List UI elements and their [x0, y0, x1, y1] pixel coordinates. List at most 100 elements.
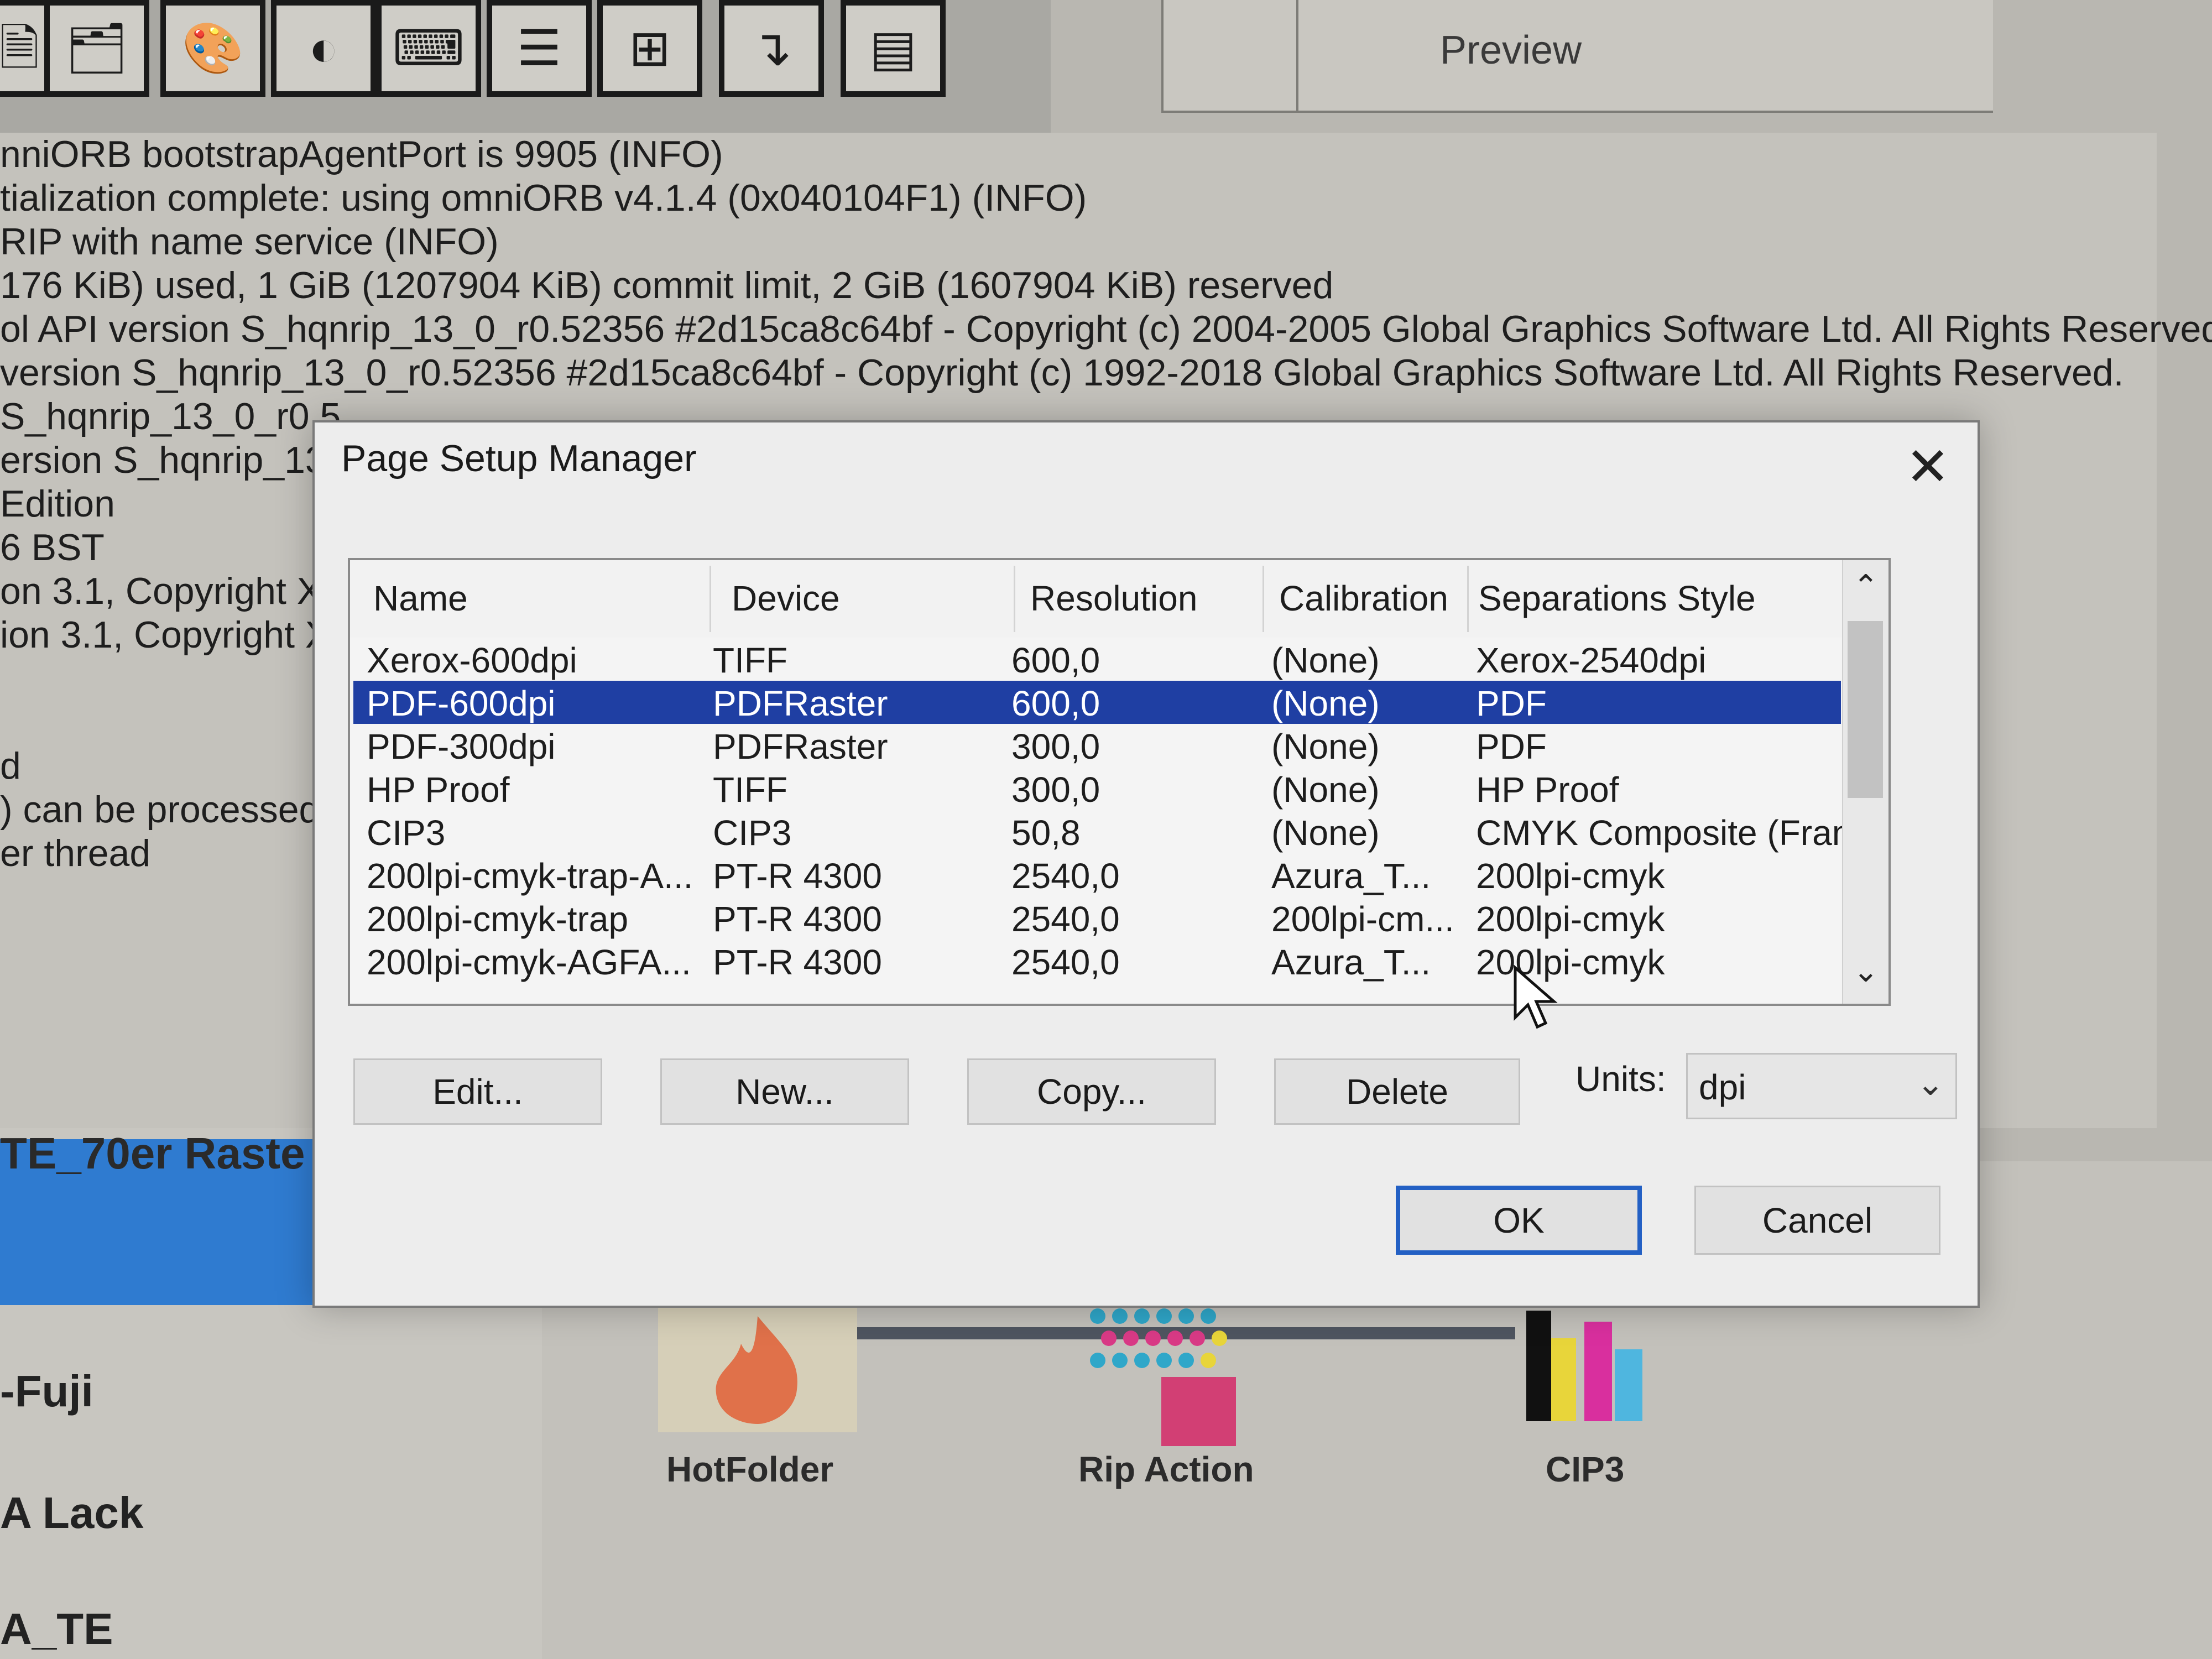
folders-icon: 🗂 — [65, 20, 129, 76]
cell-name: 200lpi-cmyk-AGFA... — [367, 942, 691, 982]
cancel-button[interactable]: Cancel — [1694, 1186, 1940, 1255]
log-line: Edition — [0, 483, 115, 525]
toolbar-button[interactable]: ⌨ — [376, 0, 481, 97]
log-line: ol API version S_hqnrip_13_0_r0.52356 #2… — [0, 308, 2212, 350]
close-button[interactable]: ✕ — [1900, 437, 1955, 497]
cip3-label: CIP3 — [1546, 1449, 1625, 1489]
cell-device: TIFF — [713, 640, 788, 680]
table-row[interactable]: 200lpi-cmyk-trap PT-R 4300 2540,0 200lpi-cm… — [353, 896, 1841, 940]
log-line: er thread — [0, 832, 151, 874]
column-separator[interactable] — [1467, 566, 1469, 632]
halftone-dots-icon — [1090, 1308, 1236, 1446]
rip-action-node[interactable] — [1087, 1305, 1247, 1449]
toolbar-button[interactable]: ↴ — [719, 0, 824, 97]
log-line: S_hqnrip_13_0_r0.5 — [0, 395, 341, 437]
list-header: Name Device Resolution Calibration Separ… — [350, 560, 1843, 638]
cell-name: Xerox-600dpi — [367, 640, 577, 680]
job-item[interactable]: -Fuji — [0, 1366, 93, 1417]
cell-resolution: 600,0 — [1011, 640, 1100, 680]
job-item[interactable]: A_TE — [0, 1604, 113, 1655]
grid-icon: ⊞ — [629, 20, 671, 76]
column-separator[interactable] — [1262, 566, 1264, 632]
cell-resolution: 600,0 — [1011, 684, 1100, 723]
log-line: ersion S_hqnrip_13 — [0, 439, 326, 481]
arrow-icon: ↴ — [750, 20, 792, 76]
toolbar-button[interactable]: ⊞ — [597, 0, 702, 97]
hotfolder-label: HotFolder — [666, 1449, 834, 1489]
column-header-device[interactable]: Device — [732, 578, 840, 619]
scroll-thumb[interactable] — [1848, 621, 1883, 798]
column-header-separations-style[interactable]: Separations Style — [1478, 578, 1756, 619]
log-line: d — [0, 745, 21, 787]
cell-separations-style: Xerox-2540dpi — [1476, 640, 1707, 680]
vertical-scrollbar[interactable]: ⌃ ⌄ — [1842, 560, 1888, 1004]
units-dropdown[interactable]: dpi ⌄ — [1686, 1053, 1957, 1119]
job-item[interactable]: A Lack — [0, 1488, 143, 1538]
toolbar-button[interactable]: ◐ — [271, 0, 376, 97]
cell-resolution: 2540,0 — [1011, 856, 1120, 896]
cell-separations-style: CMYK Composite (Frame)... — [1476, 813, 1891, 853]
cell-device: TIFF — [713, 770, 788, 810]
cell-resolution: 2540,0 — [1011, 942, 1120, 982]
document-icon: 🗎 — [0, 20, 40, 76]
column-separator[interactable] — [709, 566, 711, 632]
table-row[interactable]: 200lpi-cmyk-trap-A... PT-R 4300 2540,0 Azur… — [353, 853, 1841, 896]
cell-calibration: (None) — [1271, 640, 1380, 680]
delete-button[interactable]: Delete — [1274, 1058, 1520, 1125]
chevron-down-icon: ⌄ — [1916, 1065, 1944, 1102]
log-line: nniORB bootstrapAgentPort is 9905 (INFO) — [0, 133, 723, 175]
column-header-calibration[interactable]: Calibration — [1279, 578, 1448, 619]
log-line: 176 KiB) used, 1 GiB (1207904 KiB) commi… — [0, 264, 1334, 306]
toolbar-button[interactable]: ▤ — [841, 0, 946, 97]
cell-separations-style: 200lpi-cmyk — [1476, 942, 1665, 982]
table-row[interactable]: Xerox-600dpi TIFF 600,0 (None) Xerox-2540dpi — [353, 638, 1841, 681]
ok-button[interactable]: OK — [1396, 1186, 1642, 1255]
color-bars-icon — [1526, 1311, 1642, 1421]
table-row[interactable]: HP Proof TIFF 300,0 (None) HP Proof — [353, 767, 1841, 810]
contrast-icon: ◐ — [308, 20, 339, 76]
table-row[interactable]: PDF-600dpi PDFRaster 600,0 (None) PDF — [353, 681, 1841, 724]
new-button[interactable]: New... — [660, 1058, 909, 1125]
cell-device: PT-R 4300 — [713, 856, 882, 896]
cell-name: 200lpi-cmyk-trap — [367, 899, 629, 939]
preview-divider — [1296, 0, 1298, 111]
column-header-resolution[interactable]: Resolution — [1030, 578, 1197, 619]
cell-separations-style: 200lpi-cmyk — [1476, 899, 1665, 939]
scroll-down-icon[interactable]: ⌄ — [1843, 953, 1888, 992]
hotfolder-node[interactable] — [658, 1294, 857, 1432]
close-icon: ✕ — [1905, 437, 1950, 497]
units-value: dpi — [1699, 1067, 1746, 1107]
cip3-node[interactable] — [1524, 1305, 1651, 1427]
table-row[interactable]: CIP3 CIP3 50,8 (None) CMYK Composite (Frame)… — [353, 810, 1888, 853]
page-setup-manager-dialog: Page Setup Manager ✕ Name Device Resolut… — [312, 420, 1980, 1308]
log-line: ) can be processed — [0, 789, 320, 831]
cell-device: PDFRaster — [713, 727, 888, 766]
layers-icon: ☰ — [517, 20, 562, 76]
table-row[interactable]: 200lpi-cmyk-AGFA... PT-R 4300 2540,0 Azura_… — [353, 940, 1841, 983]
mouse-cursor-icon — [1514, 965, 1558, 1029]
log-line: 6 BST — [0, 526, 105, 568]
cell-calibration: Azura_T... — [1271, 942, 1431, 982]
toolbar-button[interactable]: ☰ — [487, 0, 592, 97]
dialog-title: Page Setup Manager — [341, 437, 697, 479]
log-line: ion 3.1, Copyright X — [0, 614, 331, 656]
page-setup-list[interactable]: Name Device Resolution Calibration Separ… — [348, 558, 1891, 1006]
cell-name: HP Proof — [367, 770, 510, 810]
cell-separations-style: PDF — [1476, 727, 1547, 766]
edit-button[interactable]: Edit... — [353, 1058, 602, 1125]
scroll-up-icon[interactable]: ⌃ — [1843, 568, 1888, 607]
column-separator[interactable] — [1014, 566, 1015, 632]
flame-icon — [658, 1294, 857, 1432]
cell-name: PDF-600dpi — [367, 684, 556, 723]
table-row[interactable]: PDF-300dpi PDFRaster 300,0 (None) PDF — [353, 724, 1841, 767]
cell-name: 200lpi-cmyk-trap-A... — [367, 856, 693, 896]
cell-calibration: Azura_T... — [1271, 856, 1431, 896]
keyboard-icon: ⌨ — [393, 20, 465, 76]
preview-label: Preview — [1440, 28, 1582, 72]
toolbar-button[interactable]: 🎨 — [160, 0, 265, 97]
column-header-name[interactable]: Name — [373, 578, 468, 619]
cell-separations-style: HP Proof — [1476, 770, 1619, 810]
toolbar-button[interactable]: 🗂 — [44, 0, 149, 97]
log-line: version S_hqnrip_13_0_r0.52356 #2d15ca8c… — [0, 352, 2124, 394]
copy-button[interactable]: Copy... — [967, 1058, 1216, 1125]
